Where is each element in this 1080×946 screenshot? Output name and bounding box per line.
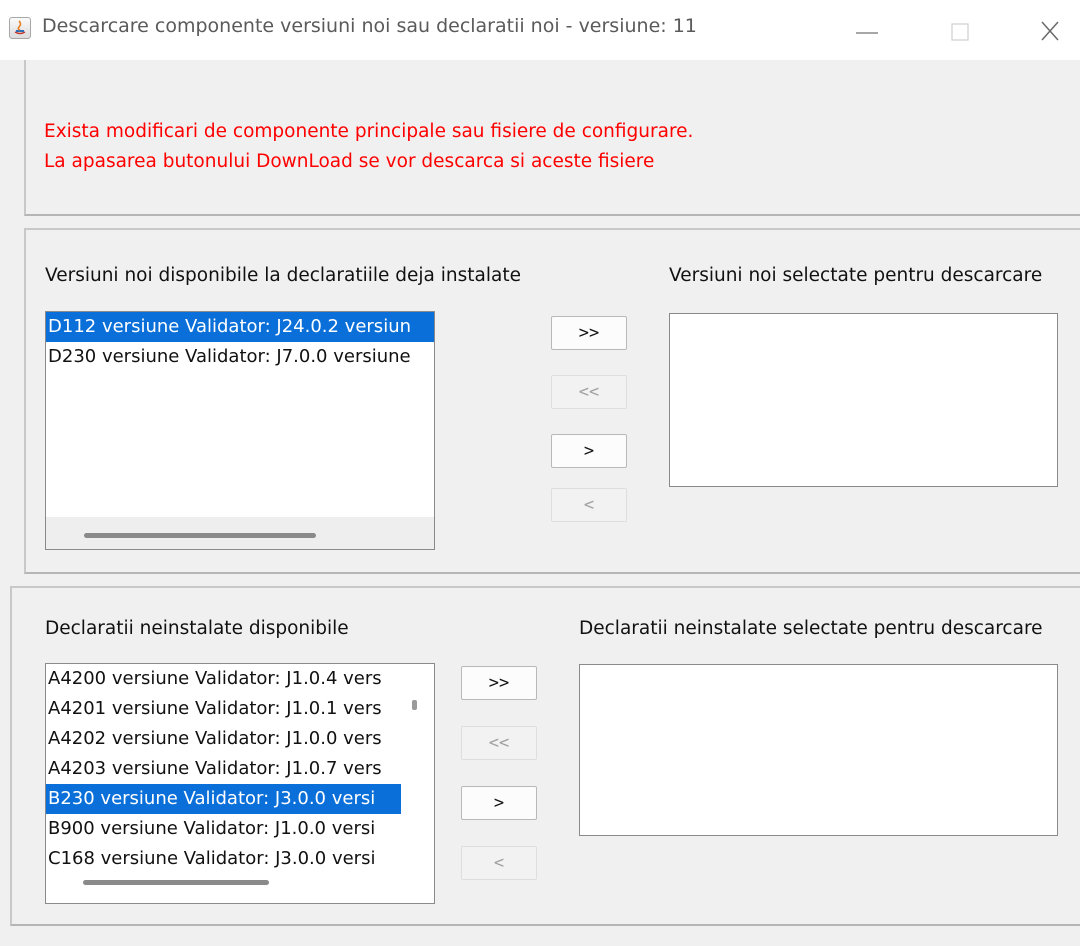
list-item[interactable]: B230 versiune Validator: J3.0.0 versi [46, 784, 401, 814]
updates-remove-button[interactable]: < [551, 488, 627, 522]
updates-available-list[interactable]: D112 versiune Validator: J24.0.2 versiun… [45, 311, 435, 550]
list-item[interactable]: A4200 versiune Validator: J1.0.4 vers [46, 664, 401, 694]
java-icon[interactable] [9, 17, 31, 39]
notice-line-2: La apasarea butonului DownLoad se vor de… [44, 151, 655, 172]
updates-remove-all-button[interactable]: << [551, 375, 627, 409]
minimize-icon [856, 32, 878, 34]
updates-available-label: Versiuni noi disponibile la declaratiile… [45, 265, 521, 286]
window-title: Descarcare componente versiuni noi sau d… [42, 15, 697, 37]
updates-add-all-button[interactable]: >> [551, 316, 627, 350]
new-list-vertical-scroll-thumb[interactable] [412, 700, 417, 710]
new-available-label: Declaratii neinstalate disponibile [45, 618, 349, 639]
new-remove-button[interactable]: < [461, 846, 537, 880]
list-item[interactable]: D230 versiune Validator: J7.0.0 versiune [46, 342, 434, 372]
updates-selected-list[interactable] [669, 313, 1058, 487]
new-add-button[interactable]: > [461, 786, 537, 820]
maximize-icon [951, 23, 969, 41]
new-selected-label: Declaratii neinstalate selectate pentru … [579, 618, 1043, 639]
updates-scroll-thumb[interactable] [84, 533, 316, 538]
new-remove-all-button[interactable]: << [461, 726, 537, 760]
updates-selected-label: Versiuni noi selectate pentru descarcare [669, 265, 1043, 286]
new-scroll-thumb[interactable] [83, 880, 269, 885]
updates-add-button[interactable]: > [551, 434, 627, 468]
list-item[interactable]: D112 versiune Validator: J24.0.2 versiun [46, 312, 434, 342]
list-item[interactable]: A4203 versiune Validator: J1.0.7 vers [46, 754, 401, 784]
close-button[interactable] [1030, 8, 1070, 48]
new-selected-list[interactable] [579, 664, 1058, 836]
list-item[interactable]: A4202 versiune Validator: J1.0.0 vers [46, 724, 401, 754]
list-item[interactable]: C168 versiune Validator: J3.0.0 versi [46, 844, 401, 874]
close-icon [1041, 21, 1059, 41]
new-add-all-button[interactable]: >> [461, 666, 537, 700]
new-horizontal-scrollbar[interactable] [46, 876, 434, 903]
minimize-button[interactable] [852, 8, 886, 48]
maximize-button[interactable] [940, 8, 980, 48]
notice-line-1: Exista modificari de componente principa… [44, 121, 694, 142]
updates-horizontal-scrollbar[interactable] [46, 517, 434, 549]
new-available-list[interactable]: A4200 versiune Validator: J1.0.4 vers A42… [45, 663, 435, 904]
list-item[interactable]: B900 versiune Validator: J1.0.0 versi [46, 814, 401, 844]
list-item[interactable]: A4201 versiune Validator: J1.0.1 vers [46, 694, 401, 724]
